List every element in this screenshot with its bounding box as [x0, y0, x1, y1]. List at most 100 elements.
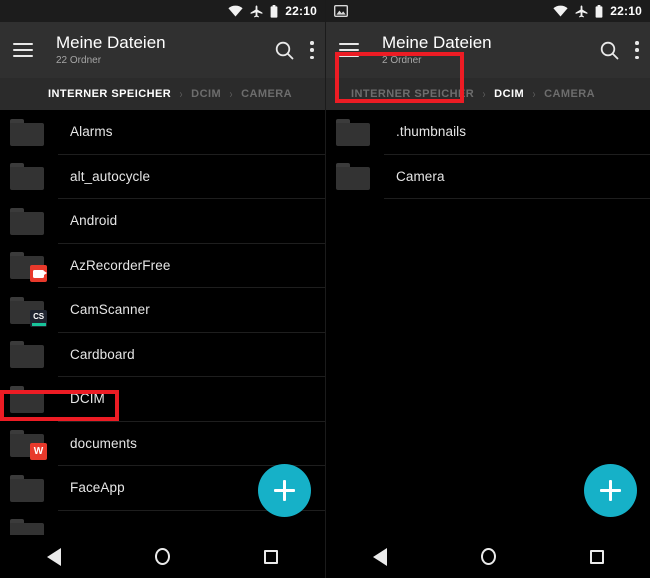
back-triangle-icon	[47, 547, 62, 566]
breadcrumb-separator-icon: ›	[229, 87, 233, 101]
folder-count-subtitle: 2 Ordner	[382, 54, 422, 66]
breadcrumb-separator-icon: ›	[482, 87, 486, 101]
app-bar-left: Meine Dateien 22 Ordner	[0, 22, 325, 78]
breadcrumb-item-0[interactable]: INTERNER SPEICHER	[48, 88, 171, 100]
home-circle-icon	[480, 548, 496, 565]
panel-right: 22:10 Meine Dateien 2 Ordner INTERNER SP…	[325, 0, 650, 578]
folder-icon	[10, 474, 44, 502]
breadcrumb-item-1[interactable]: DCIM	[494, 88, 524, 100]
status-bar-right-icons-right: 22:10	[553, 4, 642, 18]
airplane-mode-icon	[575, 5, 588, 17]
folder-icon: W	[10, 430, 47, 461]
page-title: Meine Dateien	[382, 32, 492, 52]
hamburger-menu-icon[interactable]	[339, 43, 359, 57]
list-item-label: documents	[70, 435, 137, 451]
recents-square-icon	[589, 549, 604, 564]
app-bar-actions-left	[275, 41, 314, 60]
breadcrumb-item-2[interactable]: CAMERA	[544, 88, 595, 100]
status-bar-right-icons: 22:10	[228, 4, 317, 18]
folder-icon	[10, 118, 44, 146]
list-item[interactable]: AzRecorderFree	[0, 244, 325, 288]
wps-office-badge-icon: W	[30, 443, 47, 461]
recents-square-icon	[263, 549, 278, 564]
folder-icon: CS	[10, 296, 47, 327]
breadcrumb-right: INTERNER SPEICHER › DCIM › CAMERA	[326, 78, 650, 110]
list-item-label: Android	[70, 213, 118, 229]
list-separator	[384, 198, 650, 199]
list-item-label: Camera	[396, 168, 445, 184]
android-dual-screenshot: 22:10 Meine Dateien 22 Ordner INTERNER S…	[0, 0, 650, 578]
file-list-right: .thumbnails Camera	[326, 110, 650, 199]
list-item[interactable]: Alarms	[0, 110, 325, 155]
status-bar-clock: 22:10	[285, 4, 317, 18]
status-bar-clock: 22:10	[610, 4, 642, 18]
folder-icon	[10, 341, 44, 369]
wps-badge-label: W	[33, 445, 44, 457]
add-button-left[interactable]	[258, 464, 311, 517]
kebab-menu-icon[interactable]	[635, 41, 639, 59]
list-item-label: .thumbnails	[396, 124, 467, 140]
wifi-icon	[553, 5, 568, 17]
add-button-right[interactable]	[584, 464, 637, 517]
list-item-label: AzRecorderFree	[70, 257, 171, 273]
breadcrumb-item-2[interactable]: CAMERA	[241, 88, 292, 100]
breadcrumb-left: INTERNER SPEICHER › DCIM › CAMERA	[0, 78, 325, 110]
folder-count-subtitle: 22 Ordner	[56, 54, 102, 66]
list-item[interactable]: Android	[0, 199, 325, 244]
app-title-block-right: Meine Dateien 2 Ordner	[382, 33, 492, 68]
list-item[interactable]: .thumbnails	[326, 110, 650, 155]
panel-container: 22:10 Meine Dateien 22 Ordner INTERNER S…	[0, 0, 650, 578]
hamburger-menu-icon[interactable]	[13, 43, 33, 57]
search-icon[interactable]	[600, 41, 619, 60]
status-bar-left: 22:10	[0, 0, 325, 22]
search-icon[interactable]	[275, 41, 294, 60]
status-bar-right: 22:10	[326, 0, 650, 22]
folder-icon	[336, 118, 370, 146]
list-item[interactable]: Cardboard	[0, 333, 325, 377]
list-item-label: FaceApp	[70, 480, 125, 496]
camscanner-badge-icon: CS	[30, 309, 47, 327]
plus-icon	[600, 480, 621, 501]
battery-icon	[270, 4, 278, 18]
home-button[interactable]	[135, 535, 189, 578]
battery-icon	[595, 4, 603, 18]
android-nav-bar-left	[0, 535, 325, 578]
list-item-label: DCIM	[70, 391, 105, 407]
breadcrumb-item-0[interactable]: INTERNER SPEICHER	[351, 88, 474, 100]
folder-icon	[10, 252, 47, 283]
app-bar-actions-right	[600, 41, 639, 60]
back-button[interactable]	[353, 535, 407, 578]
panel-left: 22:10 Meine Dateien 22 Ordner INTERNER S…	[0, 0, 325, 578]
folder-icon	[336, 163, 370, 191]
folder-icon	[10, 163, 44, 191]
back-button[interactable]	[27, 535, 81, 578]
app-title-block-left: Meine Dateien 22 Ordner	[56, 33, 166, 68]
az-recorder-badge-icon	[30, 265, 47, 283]
plus-icon	[274, 480, 295, 501]
android-nav-bar-right	[326, 535, 650, 578]
recents-button[interactable]	[570, 535, 624, 578]
page-title: Meine Dateien	[56, 32, 166, 52]
folder-icon	[10, 385, 44, 413]
airplane-mode-icon	[250, 5, 263, 17]
list-item-camera[interactable]: Camera	[326, 155, 650, 199]
folder-icon	[10, 207, 44, 235]
back-triangle-icon	[373, 547, 388, 566]
photo-icon	[334, 5, 348, 17]
breadcrumb-item-1[interactable]: DCIM	[191, 88, 221, 100]
home-circle-icon	[154, 548, 170, 565]
home-button[interactable]	[461, 535, 515, 578]
list-item-label: CamScanner	[70, 302, 150, 318]
list-item-label: Alarms	[70, 124, 113, 140]
list-item-label: Cardboard	[70, 346, 135, 362]
list-item-dcim[interactable]: DCIM	[0, 377, 325, 422]
kebab-menu-icon[interactable]	[310, 41, 314, 59]
breadcrumb-separator-icon: ›	[532, 87, 536, 101]
list-item[interactable]: alt_autocycle	[0, 155, 325, 199]
camscanner-badge-label: CS	[33, 311, 44, 321]
breadcrumb-separator-icon: ›	[179, 87, 183, 101]
recents-button[interactable]	[244, 535, 298, 578]
list-item[interactable]: W documents	[0, 422, 325, 466]
status-bar-left-icons-right	[334, 5, 348, 17]
list-item[interactable]: CS CamScanner	[0, 288, 325, 333]
